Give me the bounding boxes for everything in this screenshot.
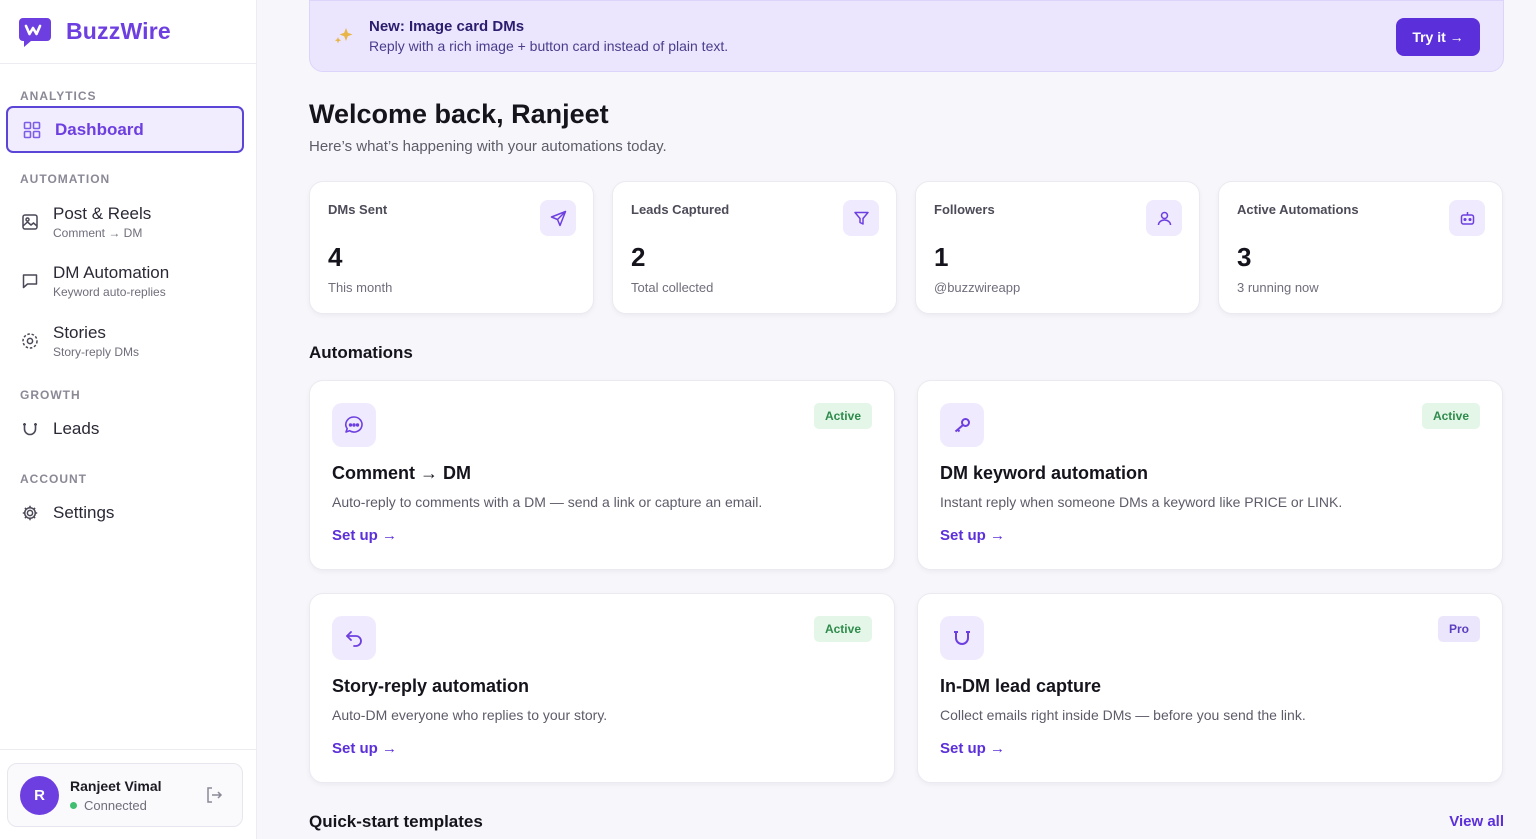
- announcement-banner: New: Image card DMs Reply with a rich im…: [309, 0, 1504, 72]
- status-badge: Active: [1421, 403, 1480, 429]
- sidebar-item-sublabel: Comment → DM: [53, 226, 143, 240]
- chat-icon: [20, 271, 40, 291]
- status-badge: Active: [813, 616, 872, 642]
- stat-value: 1: [934, 242, 949, 272]
- automation-title: Comment → DM: [332, 463, 471, 483]
- gear-icon: [20, 503, 40, 523]
- sidebar-item-dm-automation[interactable]: DM Automation Keyword auto-replies: [6, 263, 244, 299]
- stat-value: 3: [1237, 242, 1252, 272]
- stat-caption: 3 running now: [1237, 280, 1319, 295]
- status-badge: Active: [813, 403, 872, 429]
- banner-title: New: Image card DMs: [369, 18, 525, 35]
- sidebar-item-label: Stories: [53, 323, 106, 342]
- sidebar-item-label: DM Automation: [53, 263, 170, 282]
- view-all-link[interactable]: View all: [1449, 813, 1504, 830]
- automation-title: Story-reply automation: [332, 676, 530, 696]
- section-label-account: ACCOUNT: [20, 472, 87, 486]
- page-subtitle: Here’s what’s happening with your automa…: [309, 138, 667, 155]
- templates-heading: Quick-start templates: [309, 812, 483, 831]
- set-up-link[interactable]: Set up →: [940, 740, 1005, 757]
- automation-description: Instant reply when someone DMs a keyword…: [940, 494, 1343, 510]
- stat-card-active-automations: Active Automations 3 3 running now: [1218, 181, 1503, 314]
- logout-icon[interactable]: [204, 785, 224, 805]
- sidebar: BuzzWire ANALYTICS Dashboard AUTOMATION …: [0, 0, 257, 839]
- sidebar-divider: [0, 749, 256, 750]
- stat-value: 4: [328, 242, 343, 272]
- image-icon: [20, 212, 40, 232]
- sidebar-item-label: Post & Reels: [53, 204, 152, 223]
- automation-card-comment-dm[interactable]: Active Comment → DM Auto-reply to commen…: [309, 380, 895, 570]
- automation-description: Collect emails right inside DMs — before…: [940, 707, 1306, 723]
- send-icon: [540, 200, 576, 236]
- stat-card-followers: Followers 1 @buzzwireapp: [915, 181, 1200, 314]
- connection-status: Connected: [70, 798, 204, 813]
- bot-icon: [1449, 200, 1485, 236]
- buzzwire-logo-icon: [19, 17, 51, 47]
- user-icon: [1146, 200, 1182, 236]
- sidebar-item-sublabel: Keyword auto-replies: [53, 285, 166, 299]
- magnet-icon: [940, 616, 984, 660]
- sparkle-icon: [334, 28, 353, 44]
- stat-caption: Total collected: [631, 280, 714, 295]
- sidebar-item-dashboard[interactable]: Dashboard: [6, 106, 244, 153]
- key-icon: [940, 403, 984, 447]
- page-title: Welcome back, Ranjeet: [309, 99, 609, 129]
- pro-badge: Pro: [1437, 616, 1480, 642]
- stat-value: 2: [631, 242, 646, 272]
- try-it-button[interactable]: Try it →: [1396, 18, 1480, 56]
- sidebar-item-settings[interactable]: Settings: [6, 503, 244, 523]
- automation-card-lead-capture[interactable]: Pro In-DM lead capture Collect emails ri…: [917, 593, 1503, 783]
- grid-icon: [22, 120, 42, 140]
- magnet-icon: [20, 419, 40, 439]
- user-profile[interactable]: R Ranjeet Vimal Connected: [7, 763, 243, 827]
- sidebar-item-sublabel: Story-reply DMs: [53, 345, 140, 359]
- brand-name: BuzzWire: [66, 18, 171, 44]
- avatar: R: [20, 775, 59, 815]
- set-up-link[interactable]: Set up →: [332, 527, 397, 544]
- stat-card-dms-sent: DMs Sent 4 This month: [309, 181, 594, 314]
- automation-title: DM keyword automation: [940, 463, 1149, 483]
- filter-icon: [843, 200, 879, 236]
- stat-label: Followers: [934, 202, 995, 217]
- comment-bubble-icon: [332, 403, 376, 447]
- automation-card-story-reply[interactable]: Active Story-reply automation Auto-DM ev…: [309, 593, 895, 783]
- sidebar-item-post-reels[interactable]: Post & Reels Comment → DM: [6, 204, 244, 240]
- status-dot-icon: [70, 801, 77, 809]
- sidebar-item-label: Leads: [53, 419, 100, 438]
- automation-description: Auto-DM everyone who replies to your sto…: [332, 707, 608, 723]
- banner-subtitle: Reply with a rich image + button card in…: [369, 38, 729, 54]
- stat-label: DMs Sent: [328, 202, 388, 217]
- stat-caption: @buzzwireapp: [934, 280, 1021, 295]
- brand[interactable]: BuzzWire: [0, 0, 256, 64]
- status-text: Connected: [84, 797, 147, 813]
- user-name: Ranjeet Vimal: [70, 777, 162, 794]
- sidebar-item-leads[interactable]: Leads: [6, 419, 244, 439]
- set-up-link[interactable]: Set up →: [940, 527, 1005, 544]
- sidebar-item-label: Settings: [53, 503, 115, 522]
- stat-caption: This month: [328, 280, 393, 295]
- section-label-growth: GROWTH: [20, 388, 81, 402]
- stat-card-leads-captured: Leads Captured 2 Total collected: [612, 181, 897, 314]
- automation-description: Auto-reply to comments with a DM — send …: [332, 494, 763, 510]
- stat-label: Leads Captured: [631, 202, 730, 217]
- stat-label: Active Automations: [1237, 202, 1359, 217]
- reply-icon: [332, 616, 376, 660]
- section-label-analytics: ANALYTICS: [20, 89, 97, 103]
- set-up-link[interactable]: Set up →: [332, 740, 397, 757]
- automation-card-dm-keyword[interactable]: Active DM keyword automation Instant rep…: [917, 380, 1503, 570]
- automation-title: In-DM lead capture: [940, 676, 1102, 696]
- sidebar-item-stories[interactable]: Stories Story-reply DMs: [6, 323, 244, 359]
- story-ring-icon: [20, 331, 40, 351]
- sidebar-item-label: Dashboard: [55, 119, 144, 139]
- automations-heading: Automations: [309, 343, 413, 362]
- section-label-automation: AUTOMATION: [20, 172, 111, 186]
